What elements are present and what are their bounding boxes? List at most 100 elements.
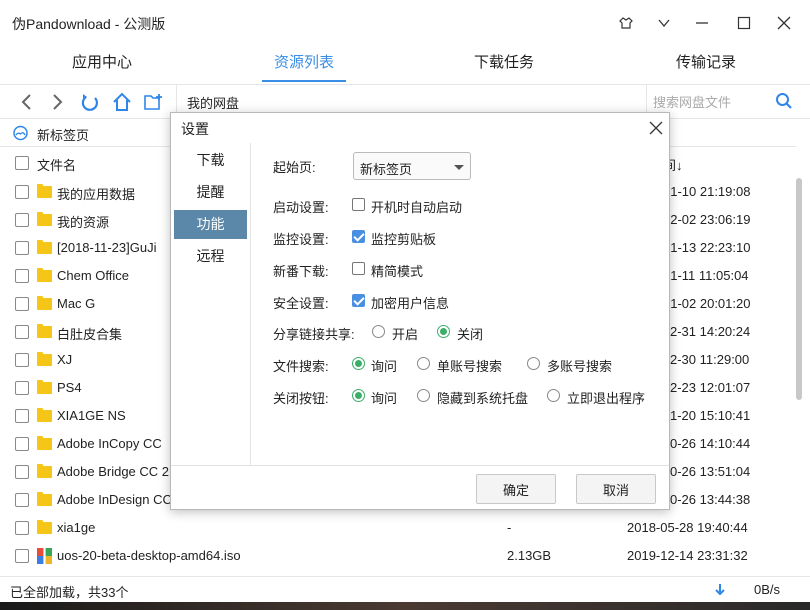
- tab-app-center[interactable]: 应用中心: [60, 44, 144, 84]
- back-arrow-icon[interactable]: [16, 91, 38, 113]
- close-ask-radio[interactable]: [352, 389, 365, 402]
- bangumi-label: 新番下载:: [273, 264, 329, 279]
- file-time: 0-26 13:44:38: [670, 492, 751, 507]
- file-time: 01-10 21:19:08: [663, 184, 751, 199]
- clipboard-monitor-text: 监控剪贴板: [371, 232, 437, 247]
- close-tray-radio[interactable]: [417, 389, 430, 402]
- settings-content: 起始页: 新标签页 启动设置: 开机时自动启动 监控设置: 监控剪贴板 新番下载…: [251, 143, 669, 465]
- chevron-down-icon[interactable]: [650, 9, 678, 37]
- file-name: 我的应用数据: [57, 187, 136, 202]
- file-name: Adobe InDesign CC: [57, 492, 172, 507]
- table-row[interactable]: xia1ge - 2018-05-28 19:40:44: [0, 514, 796, 542]
- window-title: 伪Pandownload - 公测版: [12, 16, 166, 32]
- row-checkbox[interactable]: [15, 269, 29, 283]
- row-checkbox[interactable]: [15, 353, 29, 367]
- settings-nav-download[interactable]: 下载: [174, 146, 247, 175]
- row-checkbox[interactable]: [15, 493, 29, 507]
- download-arrow-icon: [714, 583, 726, 600]
- chevron-down-icon: [454, 165, 464, 170]
- row-checkbox[interactable]: [15, 381, 29, 395]
- settings-nav: 下载 提醒 功能 远程: [171, 143, 251, 465]
- row-checkbox[interactable]: [15, 465, 29, 479]
- tab-transfer-records[interactable]: 传输记录: [664, 44, 748, 84]
- refresh-icon[interactable]: [79, 91, 101, 113]
- share-label: 分享链接共享:: [273, 327, 355, 342]
- start-page-select[interactable]: 新标签页: [353, 152, 471, 180]
- settings-nav-features[interactable]: 功能: [174, 210, 247, 239]
- settings-nav-reminder[interactable]: 提醒: [174, 178, 247, 207]
- autostart-text: 开机时自动启动: [371, 200, 463, 215]
- file-name: Adobe InCopy CC: [57, 436, 162, 451]
- row-checkbox[interactable]: [15, 241, 29, 255]
- search-ask-radio[interactable]: [352, 357, 365, 370]
- title-bar: 伪Pandownload - 公测版: [0, 0, 810, 44]
- file-name: xia1ge: [57, 520, 96, 535]
- file-name: XIA1GE NS: [57, 408, 126, 423]
- home-icon[interactable]: [111, 91, 133, 113]
- file-time: 0-26 13:51:04: [670, 464, 751, 479]
- maximize-button[interactable]: [730, 9, 758, 37]
- desktop-background: [0, 602, 810, 610]
- list-scrollbar[interactable]: [796, 178, 802, 568]
- folder-icon: [37, 212, 52, 226]
- row-checkbox[interactable]: [15, 549, 29, 563]
- folder-icon: [37, 324, 52, 338]
- forward-arrow-icon[interactable]: [46, 91, 68, 113]
- folder-icon: [37, 352, 52, 366]
- close-icon[interactable]: [645, 117, 667, 139]
- cancel-button[interactable]: 取消: [576, 474, 656, 504]
- autostart-checkbox[interactable]: [352, 198, 365, 211]
- file-size: 2.13GB: [507, 548, 552, 563]
- ok-button[interactable]: 确定: [476, 474, 556, 504]
- simple-mode-checkbox[interactable]: [352, 262, 365, 275]
- minimize-button[interactable]: [688, 9, 716, 37]
- column-header-name[interactable]: 文件名: [37, 155, 76, 174]
- share-off-radio[interactable]: [437, 325, 450, 338]
- folder-icon: [37, 240, 52, 254]
- start-page-label: 起始页:: [273, 160, 316, 175]
- simple-mode-text: 精简模式: [371, 264, 424, 279]
- search-single-radio[interactable]: [417, 357, 430, 370]
- new-folder-icon[interactable]: [143, 91, 165, 113]
- file-time: 01-13 22:23:10: [663, 240, 751, 255]
- file-name: Chem Office: [57, 268, 130, 283]
- scrollbar-thumb[interactable]: [796, 178, 802, 400]
- tab-resource-list[interactable]: 资源列表: [262, 44, 346, 84]
- file-time: 2018-05-28 19:40:44: [627, 520, 748, 535]
- row-checkbox[interactable]: [15, 213, 29, 227]
- monitor-label: 监控设置:: [273, 232, 329, 247]
- path-text: 我的网盘: [187, 96, 240, 111]
- search-box: [646, 85, 810, 118]
- file-time: 2-31 14:20:24: [670, 324, 751, 339]
- row-checkbox[interactable]: [15, 185, 29, 199]
- row-checkbox[interactable]: [15, 325, 29, 339]
- folder-icon: [37, 520, 52, 534]
- skin-icon[interactable]: [612, 9, 640, 37]
- search-icon[interactable]: [775, 92, 793, 113]
- close-tray-text: 隐藏到系统托盘: [437, 391, 529, 406]
- share-on-radio[interactable]: [372, 325, 385, 338]
- row-checkbox[interactable]: [15, 409, 29, 423]
- file-name: 我的资源: [57, 215, 110, 230]
- tab-download-tasks[interactable]: 下载任务: [462, 44, 546, 84]
- table-row[interactable]: uos-20-beta-desktop-amd64.iso 2.13GB 201…: [0, 542, 796, 570]
- folder-icon: [37, 492, 52, 506]
- main-tabs: 应用中心 资源列表 下载任务 传输记录: [0, 44, 810, 84]
- clipboard-monitor-checkbox[interactable]: [352, 230, 365, 243]
- close-exit-radio[interactable]: [547, 389, 560, 402]
- row-checkbox[interactable]: [15, 521, 29, 535]
- folder-icon: [37, 464, 52, 478]
- cloud-icon: [12, 125, 30, 144]
- file-size: -: [507, 520, 512, 535]
- settings-nav-remote[interactable]: 远程: [174, 242, 247, 271]
- encrypt-user-checkbox[interactable]: [352, 294, 365, 307]
- close-button[interactable]: [770, 9, 798, 37]
- status-text: 已全部加载，共33个: [10, 585, 129, 600]
- row-checkbox[interactable]: [15, 297, 29, 311]
- file-name: Mac G: [57, 296, 96, 311]
- breadcrumb-label[interactable]: 新标签页: [37, 125, 89, 144]
- select-all-checkbox[interactable]: [15, 156, 29, 170]
- search-input[interactable]: [653, 92, 771, 112]
- search-multi-radio[interactable]: [527, 357, 540, 370]
- row-checkbox[interactable]: [15, 437, 29, 451]
